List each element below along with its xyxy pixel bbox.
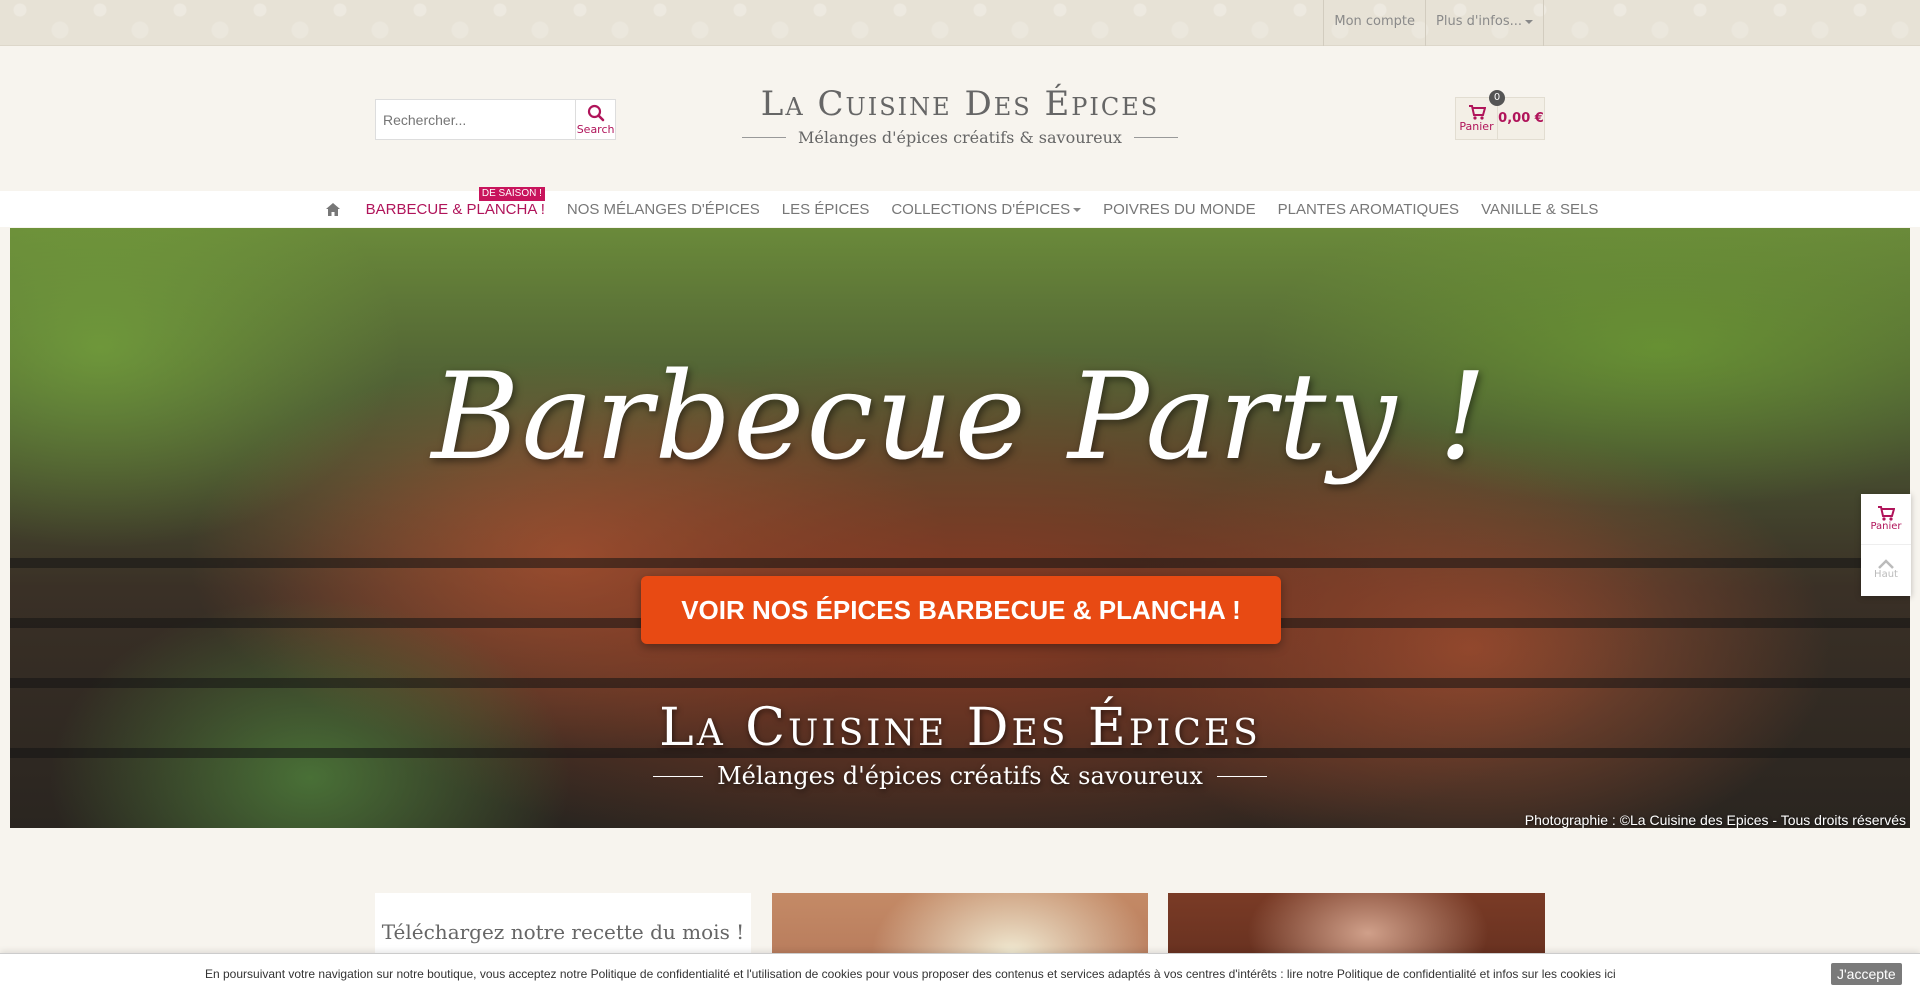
divider — [1133, 137, 1178, 138]
chevron-up-icon — [1878, 559, 1894, 569]
site-logo[interactable]: La Cuisine Des Épices Mélanges d'épices … — [740, 84, 1180, 147]
cookie-text: En poursuivant votre navigation sur notr… — [205, 966, 1616, 981]
nav-item-vanille[interactable]: VANILLE & SELS — [1481, 201, 1598, 218]
search-button[interactable]: Search — [575, 100, 615, 139]
nav-item-melanges[interactable]: NOS MÉLANGES D'ÉPICES — [567, 201, 760, 218]
cookie-banner: En poursuivant votre navigation sur notr… — [0, 953, 1920, 993]
divider — [653, 775, 704, 777]
grill-bar — [10, 558, 1910, 568]
back-to-top-button[interactable]: Haut — [1861, 544, 1911, 594]
more-info-dropdown[interactable]: Plus d'infos... — [1425, 0, 1544, 46]
cart-count-badge: 0 — [1489, 90, 1505, 106]
hero-logo-subtitle-row: Mélanges d'épices créatifs & savoureux — [10, 762, 1910, 790]
cart-icon — [1468, 104, 1486, 120]
cart-button[interactable]: Panier 0 0,00 € — [1455, 90, 1545, 140]
cart-icon-area: Panier 0 — [1456, 90, 1505, 139]
logo-subtitle: Mélanges d'épices créatifs & savoureux — [798, 128, 1122, 147]
top-links: Mon compte Plus d'infos... — [1323, 0, 1544, 46]
hero-logo: La Cuisine Des Épices Mélanges d'épices … — [10, 700, 1910, 790]
hero-cta-button[interactable]: VOIR NOS ÉPICES BARBECUE & PLANCHA ! — [641, 576, 1281, 644]
chevron-down-icon — [1073, 207, 1082, 212]
hero-banner[interactable]: Barbecue Party ! VOIR NOS ÉPICES BARBECU… — [10, 228, 1910, 828]
logo-title: La Cuisine Des Épices — [760, 84, 1160, 124]
hero-logo-title: La Cuisine Des Épices — [659, 698, 1261, 758]
floating-cart-button[interactable]: Panier — [1861, 494, 1911, 544]
back-to-top-label: Haut — [1874, 569, 1898, 580]
nav-item-barbecue[interactable]: BARBECUE & PLANCHA ! DE SAISON ! — [366, 186, 545, 218]
cart-label: Panier — [1459, 119, 1494, 133]
top-bar: Mon compte Plus d'infos... — [0, 0, 1920, 46]
home-icon — [325, 202, 340, 216]
nav-item-collections[interactable]: COLLECTIONS D'ÉPICES — [891, 201, 1082, 218]
logo-subtitle-row: Mélanges d'épices créatifs & savoureux — [740, 128, 1180, 147]
search-button-label: Search — [576, 122, 615, 136]
season-badge: DE SAISON ! — [478, 186, 545, 201]
divider — [1216, 775, 1267, 777]
cookie-accept-button[interactable]: J'accepte — [1831, 963, 1902, 985]
nav-home[interactable] — [322, 198, 344, 220]
nav-item-plantes[interactable]: PLANTES AROMATIQUES — [1278, 201, 1459, 218]
site-header: Search La Cuisine Des Épices Mélanges d'… — [0, 46, 1920, 191]
nav-item-epices[interactable]: LES ÉPICES — [782, 201, 870, 218]
divider — [742, 137, 787, 138]
search-input[interactable] — [376, 100, 576, 139]
chevron-down-icon — [1525, 19, 1533, 24]
cart-total: 0,00 € — [1498, 111, 1544, 126]
floating-cart-label: Panier — [1870, 521, 1902, 532]
grill-bar — [10, 678, 1910, 688]
hero-title: Barbecue Party ! — [431, 348, 1489, 487]
hero-logo-subtitle: Mélanges d'épices créatifs & savoureux — [717, 762, 1203, 790]
recipe-card-title: Téléchargez notre recette du mois ! — [381, 920, 745, 944]
photo-credit: Photographie : ©La Cuisine des Epices - … — [1524, 812, 1906, 828]
floating-widget: Panier Haut — [1861, 494, 1911, 596]
cart-icon — [1878, 506, 1895, 521]
search-form: Search — [375, 99, 616, 140]
nav-item-poivres[interactable]: POIVRES DU MONDE — [1103, 201, 1256, 218]
search-icon — [587, 104, 604, 121]
my-account-link[interactable]: Mon compte — [1323, 0, 1425, 46]
main-nav: BARBECUE & PLANCHA ! DE SAISON ! NOS MÉL… — [0, 186, 1920, 227]
